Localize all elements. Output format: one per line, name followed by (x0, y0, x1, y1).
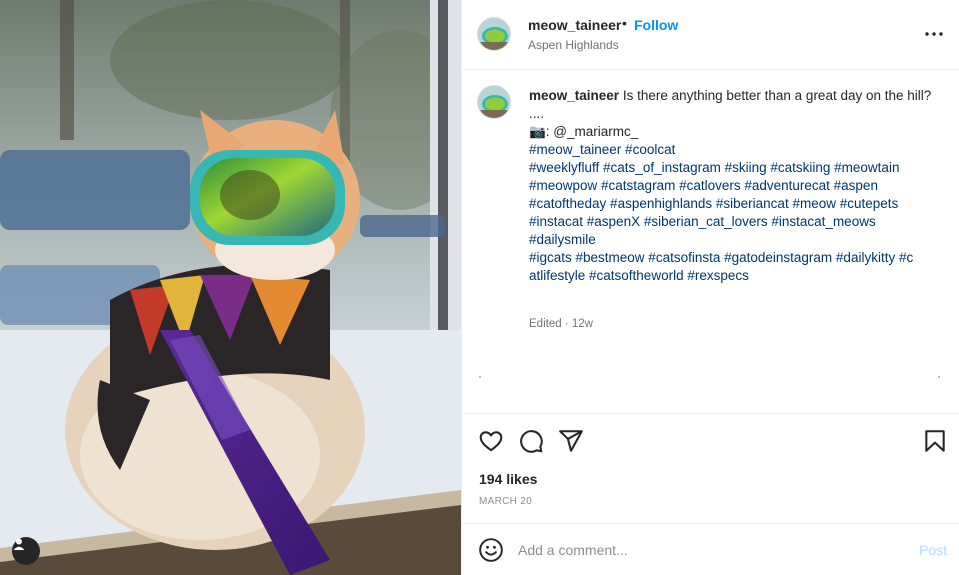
comment-input[interactable] (518, 537, 898, 563)
post-username[interactable]: meow_taineer (528, 17, 621, 33)
post-header: meow_taineer • Follow Aspen Highlands (462, 0, 959, 70)
edited-timestamp: Edited · 12w (529, 318, 593, 330)
tag-user-button[interactable] (12, 537, 40, 565)
hashtag-line: #instacat #aspenX #siberian_cat_lovers #… (529, 213, 934, 231)
save-button[interactable] (922, 428, 948, 454)
emoji-icon (479, 538, 503, 562)
follow-button[interactable]: Follow (634, 17, 678, 33)
user-icon (13, 538, 25, 550)
caption-section: meow_taineer Is there anything better th… (462, 70, 959, 414)
hashtag-line: atlifestyle #catsoftheworld #rexspecs (529, 267, 934, 285)
avatar-image (478, 18, 510, 50)
hashtag-link[interactable]: atlifestyle #catsoftheworld #rexspecs (529, 268, 749, 283)
more-options-icon (925, 32, 943, 36)
hashtag-line: #dailysmile (529, 231, 934, 249)
post-actions: 194 likes MARCH 20 (462, 414, 959, 524)
hashtag-line: #meowpow #catstagram #catlovers #adventu… (529, 177, 934, 195)
hashtag-line: #meow_taineer #coolcat (529, 141, 934, 159)
post-location[interactable]: Aspen Highlands (528, 38, 619, 52)
comment-icon (520, 430, 543, 453)
post-comment-button[interactable]: Post (919, 542, 947, 558)
hashtag-link[interactable]: #instacat #aspenX #siberian_cat_lovers #… (529, 214, 876, 229)
caption-text: meow_taineer Is there anything better th… (529, 87, 934, 285)
caption-username[interactable]: meow_taineer (529, 88, 619, 103)
hashtag-line: #catoftheday #aspenhighlands #siberianca… (529, 195, 934, 213)
scroll-marker (938, 376, 940, 378)
comment-button[interactable] (518, 428, 544, 454)
hashtag-line: #weeklyfluff #cats_of_instagram #skiing … (529, 159, 934, 177)
separator-dot: • (622, 15, 627, 31)
hashtag-link[interactable]: #weeklyfluff #cats_of_instagram #skiing … (529, 160, 899, 175)
scroll-marker (479, 376, 481, 378)
caption-first-line: meow_taineer Is there anything better th… (529, 87, 934, 105)
comment-bar: Post (462, 524, 959, 575)
caption-sentence: Is there anything better than a great da… (622, 88, 932, 103)
post-side-panel: meow_taineer • Follow Aspen Highlands me… (461, 0, 959, 575)
caption-credit: 📷: @_mariarmc_ (529, 124, 639, 139)
post-date: MARCH 20 (479, 496, 532, 507)
avatar-image (478, 86, 510, 118)
more-options-button[interactable] (920, 26, 948, 42)
share-button[interactable] (558, 428, 584, 454)
hashtag-link[interactable]: #meow_taineer #coolcat (529, 142, 675, 157)
avatar[interactable] (477, 17, 511, 51)
hashtag-link[interactable]: #catoftheday #aspenhighlands #siberianca… (529, 196, 898, 211)
likes-count[interactable]: 194 likes (479, 471, 537, 487)
caption-avatar[interactable] (477, 85, 511, 119)
hashtag-line: #igcats #bestmeow #catsofinsta #gatodein… (529, 249, 934, 267)
bookmark-icon (925, 430, 945, 452)
hashtag-link[interactable]: #igcats #bestmeow #catsofinsta #gatodein… (529, 250, 913, 265)
heart-icon (479, 431, 503, 452)
caption-dots: .... (529, 106, 545, 121)
hashtag-link[interactable]: #dailysmile (529, 232, 596, 247)
cat-skiing-photo (0, 0, 461, 575)
hashtag-link[interactable]: #meowpow #catstagram #catlovers #adventu… (529, 178, 878, 193)
post-photo[interactable] (0, 0, 461, 575)
like-button[interactable] (478, 428, 504, 454)
emoji-button[interactable] (478, 537, 504, 563)
send-icon (559, 430, 583, 452)
